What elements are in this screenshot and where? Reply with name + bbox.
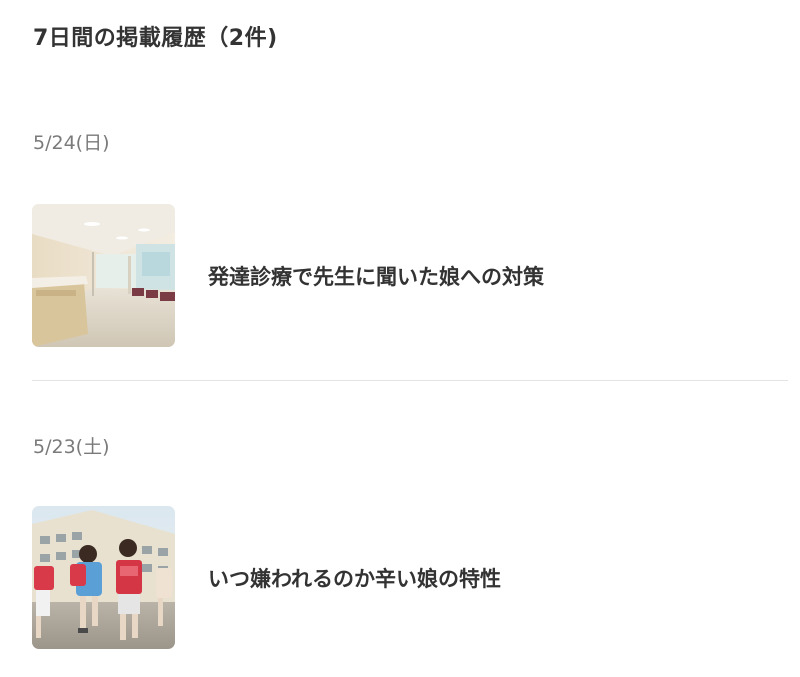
history-entry-title[interactable]: 発達診療で先生に聞いた娘への対策 [208,261,544,291]
history-date: 5/23(土) [33,436,110,458]
thumbnail-hospital-image[interactable] [32,204,175,347]
thumbnail-schoolchildren-image[interactable] [32,506,175,649]
history-entry[interactable]: いつ嫌われるのか辛い娘の特性 [32,506,788,650]
history-date: 5/24(日) [33,132,110,154]
history-entry[interactable]: 発達診療で先生に聞いた娘への対策 [32,204,788,348]
divider [32,380,788,381]
history-entry-title[interactable]: いつ嫌われるのか辛い娘の特性 [208,563,501,593]
page-title: 7日間の掲載履歴（2件) [33,26,278,51]
